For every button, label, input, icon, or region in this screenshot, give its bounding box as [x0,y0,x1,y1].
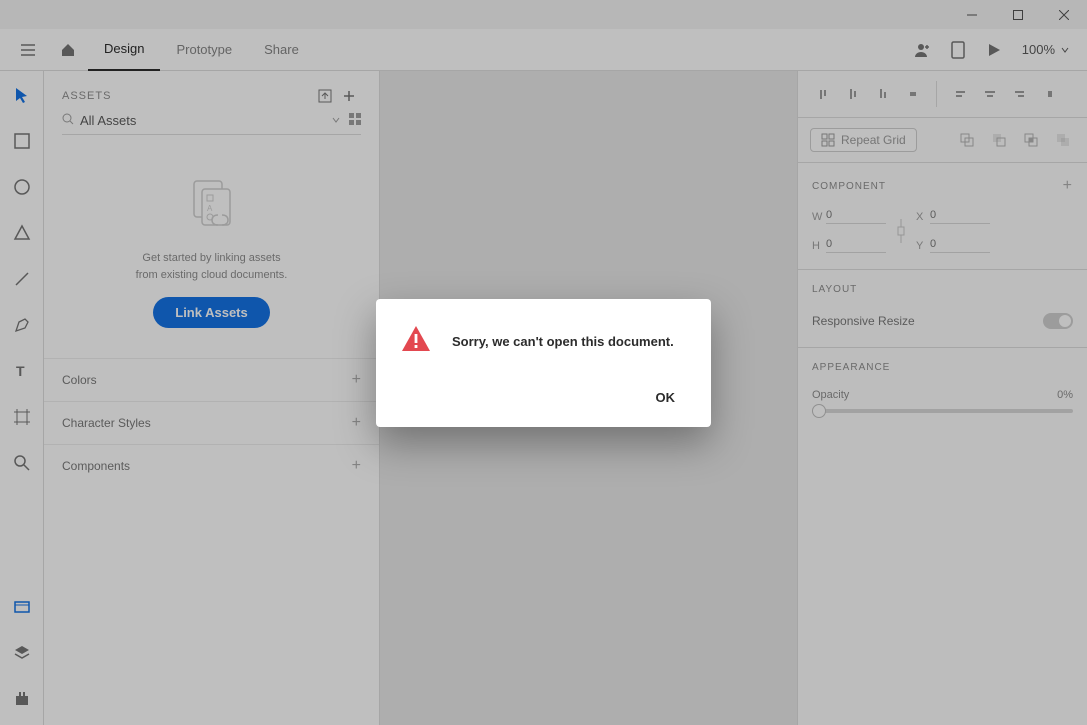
modal-scrim[interactable]: Sorry, we can't open this document. OK [0,0,1087,725]
error-dialog: Sorry, we can't open this document. OK [376,299,711,427]
dialog-message: Sorry, we can't open this document. [452,334,674,349]
app-root: Design Prototype Share 100% T [0,0,1087,725]
warning-icon [400,323,432,360]
dialog-ok-button[interactable]: OK [644,384,688,411]
